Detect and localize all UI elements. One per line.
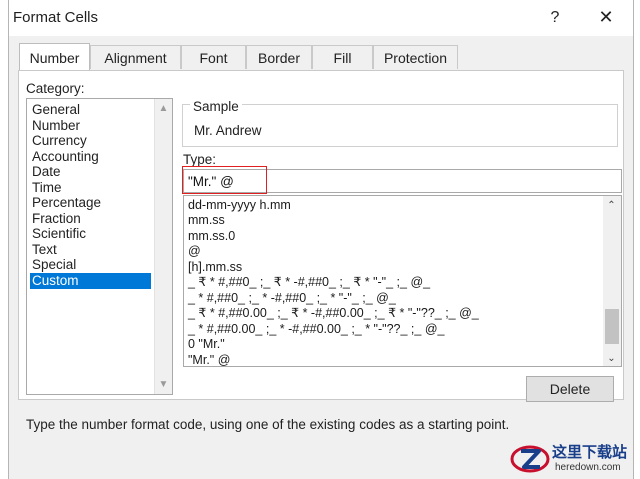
delete-button[interactable]: Delete xyxy=(526,376,614,402)
category-item-currency[interactable]: Currency xyxy=(30,133,87,149)
format-item[interactable]: [h].mm.ss xyxy=(188,260,242,275)
tab-font[interactable]: Font xyxy=(181,45,246,69)
instruction-text: Type the number format code, using one o… xyxy=(26,417,510,432)
tab-number[interactable]: Number xyxy=(19,43,90,70)
format-code-list[interactable]: dd-mm-yyyy h.mm mm.ss mm.ss.0 @ [h].mm.s… xyxy=(183,195,622,367)
category-label: Category: xyxy=(26,81,85,96)
format-item[interactable]: mm.ss xyxy=(188,213,225,228)
format-item[interactable]: _ * #,##0_ ;_ * -#,##0_ ;_ * "-"_ ;_ @_ xyxy=(188,291,396,306)
format-item[interactable]: _ ₹ * #,##0.00_ ;_ ₹ * -#,##0.00_ ;_ ₹ *… xyxy=(188,306,479,321)
help-button[interactable]: ? xyxy=(544,6,566,30)
scroll-up-arrow-icon[interactable]: ▲ xyxy=(155,103,172,114)
tab-protection[interactable]: Protection xyxy=(373,45,458,69)
sample-value: Mr. Andrew xyxy=(194,123,262,138)
dialog-title: Format Cells xyxy=(13,9,99,26)
title-bar: Format Cells ? ✕ xyxy=(9,0,633,36)
close-button[interactable]: ✕ xyxy=(594,5,618,29)
watermark-logo-icon xyxy=(510,445,550,473)
category-item-general[interactable]: General xyxy=(30,102,80,118)
tab-border[interactable]: Border xyxy=(246,45,312,69)
format-item[interactable]: dd-mm-yyyy h.mm xyxy=(188,198,291,213)
category-item-percentage[interactable]: Percentage xyxy=(30,195,101,211)
watermark-url: heredown.com xyxy=(555,462,621,473)
format-item[interactable]: "Mr." @ xyxy=(188,353,230,366)
format-item[interactable]: 0 "Mr." xyxy=(188,337,225,352)
category-scrollbar[interactable]: ▲ ▼ xyxy=(154,99,172,394)
format-cells-dialog: Format Cells ? ✕ Number Alignment Font B… xyxy=(8,0,634,479)
tab-alignment[interactable]: Alignment xyxy=(90,45,181,69)
category-list[interactable]: General Number Currency Accounting Date … xyxy=(26,98,173,395)
category-item-date[interactable]: Date xyxy=(30,164,61,180)
category-item-time[interactable]: Time xyxy=(30,180,62,196)
format-item[interactable]: mm.ss.0 xyxy=(188,229,235,244)
category-item-scientific[interactable]: Scientific xyxy=(30,226,86,242)
category-item-custom[interactable]: Custom xyxy=(30,273,151,289)
category-item-accounting[interactable]: Accounting xyxy=(30,149,99,165)
scroll-down-arrow-icon[interactable]: ▼ xyxy=(155,379,172,390)
scroll-up-chevron-icon[interactable]: ⌃ xyxy=(603,200,620,211)
category-item-fraction[interactable]: Fraction xyxy=(30,211,81,227)
format-list-scrollbar[interactable]: ⌃ ⌄ xyxy=(603,196,621,366)
category-item-special[interactable]: Special xyxy=(30,257,76,273)
format-item[interactable]: _ * #,##0.00_ ;_ * -#,##0.00_ ;_ * "-"??… xyxy=(188,322,444,337)
category-item-text[interactable]: Text xyxy=(30,242,57,258)
scroll-down-chevron-icon[interactable]: ⌄ xyxy=(603,353,620,364)
type-input[interactable] xyxy=(183,169,622,193)
scrollbar-thumb[interactable] xyxy=(605,309,619,344)
format-item[interactable]: _ ₹ * #,##0_ ;_ ₹ * -#,##0_ ;_ ₹ * "-"_ … xyxy=(188,275,430,290)
type-label: Type: xyxy=(183,152,217,167)
sample-label: Sample xyxy=(190,99,242,114)
watermark-text: 这里下载站 xyxy=(552,443,628,461)
tab-fill[interactable]: Fill xyxy=(312,45,373,69)
category-item-number[interactable]: Number xyxy=(30,118,80,134)
format-item[interactable]: @ xyxy=(188,244,201,259)
